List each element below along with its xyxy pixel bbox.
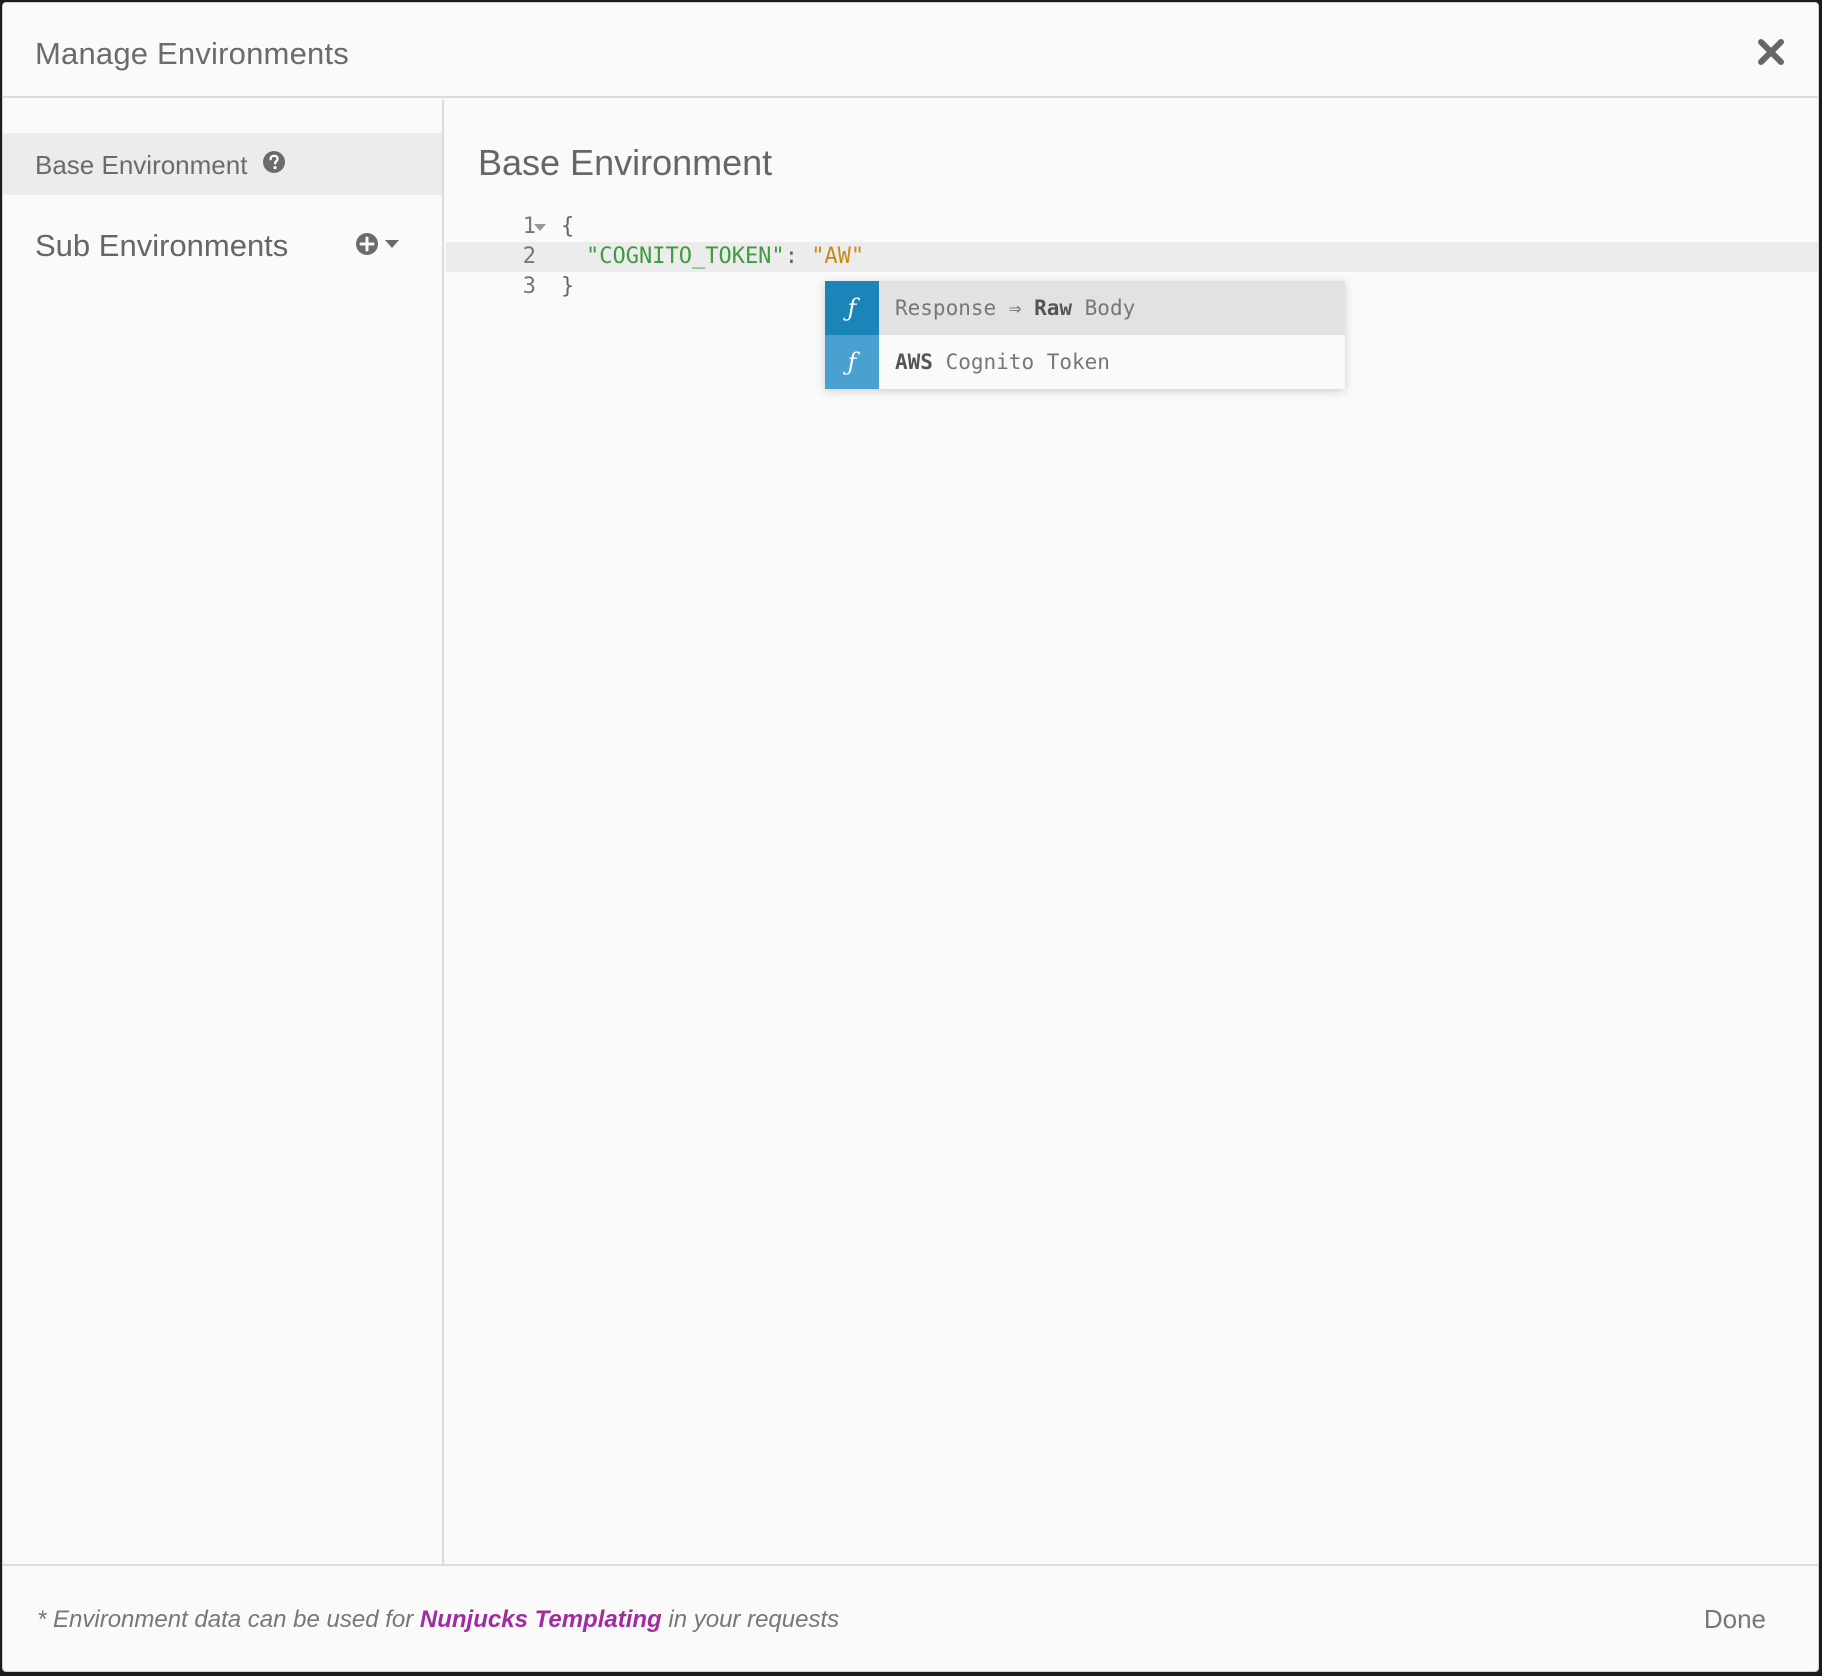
function-icon: ƒ (825, 281, 879, 335)
done-button[interactable]: Done (1704, 1604, 1766, 1635)
environment-heading: Base Environment (478, 142, 773, 183)
json-string-value: "AW" (811, 244, 865, 269)
manage-environments-dialog: Manage Environments Base Environment Sub… (2, 2, 1819, 1672)
json-key: "COGNITO_TOKEN" (586, 244, 785, 269)
code-text: { (561, 214, 575, 239)
code-text: } (561, 274, 575, 299)
line-number: 2 (522, 244, 536, 269)
dialog-footer: * Environment data can be used for Nunju… (3, 1564, 1818, 1671)
line-number: 3 (522, 274, 536, 299)
function-icon: ƒ (825, 335, 879, 389)
add-sub-environment-button[interactable] (355, 230, 407, 258)
sidebar-item-base-environment[interactable]: Base Environment (3, 133, 442, 195)
code-line-1[interactable]: 1 { (446, 212, 1818, 242)
base-environment-label: Base Environment (35, 150, 248, 180)
fold-arrow-icon[interactable] (534, 224, 546, 231)
dialog-header: Manage Environments (3, 3, 1818, 98)
nunjucks-templating-link[interactable]: Nunjucks Templating (420, 1606, 662, 1633)
environments-sidebar: Base Environment Sub Environments (3, 100, 444, 1564)
code-line-2[interactable]: 2 "COGNITO_TOKEN": "AW" (446, 242, 1818, 272)
footer-note: * Environment data can be used for Nunju… (37, 1606, 840, 1633)
line-number: 1 (522, 214, 536, 239)
autocomplete-item-label: AWS Cognito Token (895, 350, 1110, 374)
question-circle-icon[interactable] (262, 150, 286, 174)
sub-environments-label: Sub Environments (35, 228, 289, 263)
autocomplete-item-response-raw-body[interactable]: ƒ Response ⇒ Raw Body (825, 281, 1345, 335)
code-text: "COGNITO_TOKEN": "AW" (586, 242, 864, 272)
close-icon[interactable] (1754, 35, 1788, 69)
caret-down-icon (385, 240, 399, 248)
json-colon: : (784, 244, 812, 269)
dialog-title: Manage Environments (35, 36, 349, 71)
autocomplete-item-label: Response ⇒ Raw Body (895, 296, 1136, 320)
autocomplete-item-aws-cognito-token[interactable]: ƒ AWS Cognito Token (825, 335, 1345, 389)
autocomplete-dropdown: ƒ Response ⇒ Raw Body ƒ AWS Cognito Toke… (825, 281, 1345, 389)
plus-circle-icon (356, 233, 378, 255)
